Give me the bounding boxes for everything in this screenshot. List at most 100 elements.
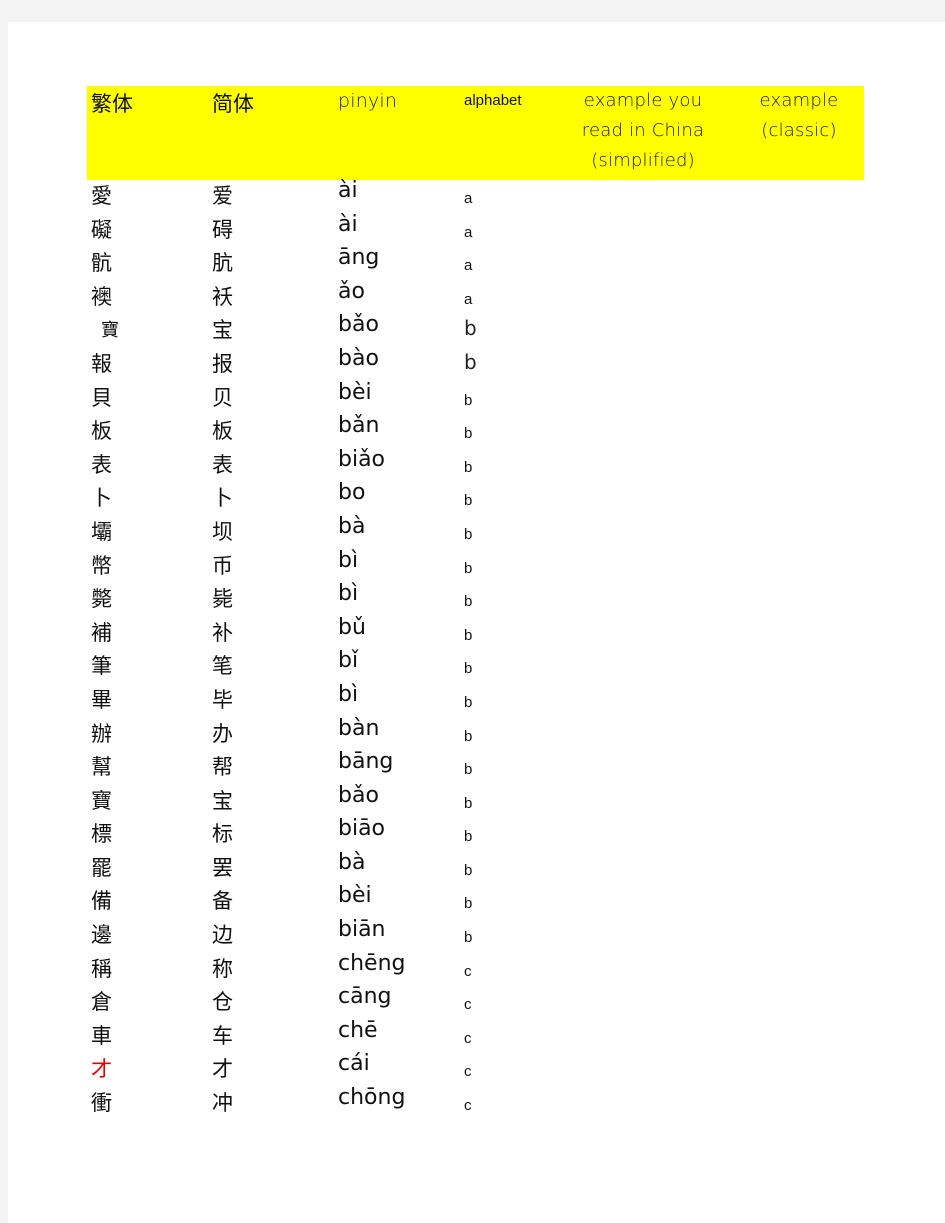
simplified-character: 冲 (212, 1091, 233, 1116)
alphabet-letter: a (464, 290, 473, 308)
header-example-classic-line2: (classic) (761, 120, 837, 141)
simplified-character: 板 (212, 419, 233, 444)
pinyin: biāo (338, 816, 386, 842)
pinyin: bàn (338, 715, 380, 741)
alphabet-letter: b (464, 861, 473, 879)
document-page: 繁体 简体 pinyin alphabet example you read i… (8, 22, 945, 1223)
pinyin: biǎo (338, 446, 386, 472)
simplified-character: 才 (212, 1057, 233, 1082)
table-row: 壩 坝 bà b (87, 514, 864, 550)
table-row: 愛 爱 ài a (87, 178, 864, 214)
pinyin: bāng (338, 749, 394, 775)
traditional-character: 愛 (91, 184, 112, 208)
traditional-character: 才 (91, 1057, 112, 1082)
table-row: 倉 仓 cāng c (87, 984, 864, 1020)
pinyin: ài (338, 211, 358, 237)
pinyin: bèi (338, 379, 372, 405)
traditional-character: 幣 (91, 553, 112, 578)
pinyin: bì (338, 681, 359, 707)
table-row: 標 标 biāo b (87, 816, 864, 852)
table-row: 報 报 bào b (87, 346, 864, 382)
simplified-character: 车 (212, 1023, 233, 1048)
simplified-character: 坝 (212, 519, 233, 544)
pinyin: bǔ (338, 614, 366, 640)
simplified-character: 碍 (212, 217, 233, 242)
table-row: 幣 币 bì b (87, 548, 864, 584)
simplified-character: 肮 (212, 251, 233, 276)
alphabet-letter: b (464, 828, 473, 846)
pinyin: bǎo (338, 782, 379, 808)
simplified-character: 办 (212, 721, 233, 746)
pinyin: bǎo (338, 312, 379, 338)
simplified-character: 标 (212, 822, 233, 847)
traditional-character: 幫 (91, 755, 112, 780)
pinyin: āng (338, 245, 380, 271)
traditional-character: 標 (91, 822, 112, 847)
table-row: 筆 笔 bǐ b (87, 648, 864, 684)
simplified-character: 毕 (212, 687, 233, 712)
table-row: 斃 毙 bì b (87, 581, 864, 617)
table-row: 板 板 bǎn b (87, 413, 864, 449)
alphabet-letter: b (464, 593, 473, 611)
alphabet-letter: b (464, 492, 473, 510)
traditional-character: 卜 (91, 486, 112, 511)
table-row: 補 补 bǔ b (87, 615, 864, 651)
simplified-character: 袄 (212, 284, 233, 309)
alphabet-letter: b (464, 727, 473, 745)
alphabet-letter: a (464, 190, 473, 207)
traditional-character: 備 (91, 889, 112, 914)
traditional-character: 礙 (91, 217, 112, 242)
traditional-character: 衝 (91, 1091, 112, 1116)
pinyin: cái (338, 1051, 370, 1077)
pinyin: cāng (338, 984, 392, 1010)
alphabet-letter: c (464, 962, 472, 980)
table-row: 才 才 cái c (87, 1051, 864, 1087)
alphabet-letter: b (464, 316, 477, 341)
traditional-character: 骯 (91, 251, 112, 276)
alphabet-letter: b (464, 349, 477, 374)
simplified-character: 边 (212, 923, 233, 948)
header-alphabet: alphabet (464, 92, 522, 109)
table-row: 備 备 bèi b (87, 883, 864, 919)
pinyin: bào (338, 345, 379, 371)
alphabet-letter: b (464, 794, 473, 812)
header-example-china-line3: (simplified) (591, 150, 695, 171)
simplified-character: 称 (212, 956, 233, 981)
simplified-character: 宝 (212, 788, 233, 813)
alphabet-letter: c (464, 1097, 472, 1115)
table-row: 骯 肮 āng a (87, 245, 864, 281)
header-example-china: example you read in China (simplified) (561, 86, 725, 176)
table-header-row: 繁体 简体 pinyin alphabet example you read i… (87, 86, 864, 180)
traditional-character: 稱 (91, 956, 112, 981)
pinyin: chē (338, 1017, 378, 1043)
traditional-character: 車 (91, 1023, 112, 1048)
header-example-classic-line1: example (759, 90, 839, 111)
header-example-classic: example (classic) (739, 86, 859, 146)
simplified-character: 备 (212, 889, 233, 914)
table-row: 衝 冲 chōng c (87, 1085, 864, 1121)
alphabet-letter: c (464, 996, 472, 1014)
traditional-character: 壩 (91, 519, 112, 544)
pinyin: chēng (338, 950, 406, 976)
traditional-character: 辦 (91, 721, 112, 746)
alphabet-letter: b (464, 895, 473, 913)
table-row: 罷 罢 bà b (87, 850, 864, 886)
traditional-character: 倉 (91, 990, 112, 1015)
traditional-character: 補 (91, 620, 112, 645)
alphabet-letter: a (464, 223, 473, 241)
alphabet-letter: b (464, 660, 473, 678)
simplified-character: 毙 (212, 587, 233, 612)
pinyin: ǎo (338, 278, 365, 304)
alphabet-letter: b (464, 458, 473, 476)
simplified-character: 爱 (212, 184, 233, 208)
alphabet-letter: b (464, 559, 473, 577)
alphabet-letter: b (464, 761, 473, 779)
character-table-body: 愛爱 ài a 礙碍 ài a 骯肮 āng a 襖袄 ǎo a 寶宝 bǎo b 報报 bào b 貝贝 bèi b 板… (87, 178, 864, 1121)
simplified-character: 笔 (212, 654, 233, 679)
simplified-character: 表 (212, 452, 233, 477)
table-row: 襖 袄 ǎo a (87, 279, 864, 315)
alphabet-letter: b (464, 425, 473, 443)
traditional-character: 筆 (91, 654, 112, 679)
table-row: 表 表 biǎo b (87, 447, 864, 483)
table-row: 畢 毕 bì b (87, 682, 864, 718)
